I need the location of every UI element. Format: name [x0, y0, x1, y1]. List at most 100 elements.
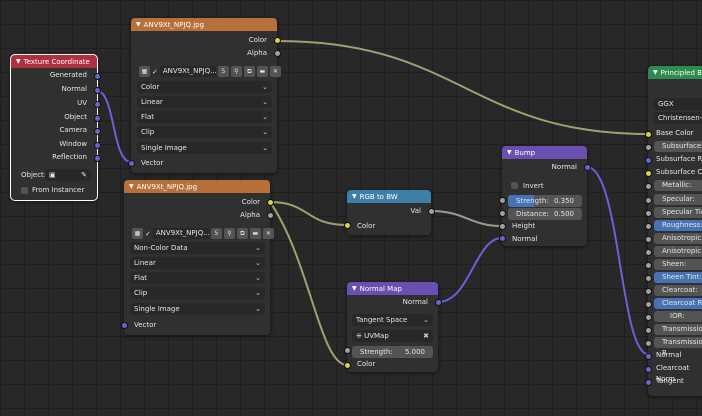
- image-browse-icon[interactable]: ▦: [139, 66, 150, 77]
- socket-window[interactable]: [94, 142, 101, 149]
- socket-roughness[interactable]: [645, 223, 652, 230]
- invert-checkbox[interactable]: [511, 182, 518, 189]
- input-transmission-roughness[interactable]: Transmission R: [654, 337, 702, 357]
- socket-clearcoat-roughness[interactable]: [645, 301, 652, 308]
- normal-strength-field[interactable]: Strength: 5.000: [352, 346, 433, 358]
- input-transmission[interactable]: Transmission:: [654, 324, 702, 335]
- input-clearcoat-roughness[interactable]: Clearcoat Rou: [654, 298, 702, 309]
- socket-image2-vector[interactable]: [121, 322, 128, 329]
- socket-clearcoat-normal[interactable]: [645, 366, 652, 373]
- input-anisotropic[interactable]: Anisotropic:: [654, 233, 702, 244]
- distribution-dropdown[interactable]: GGX: [654, 98, 702, 110]
- socket-bump-normal-out[interactable]: [584, 164, 591, 171]
- texture-coordinate-node[interactable]: ▼ Texture Coordinate Generated Normal UV …: [10, 54, 98, 201]
- socket-subsurface[interactable]: [645, 144, 652, 151]
- clear-icon[interactable]: ✖: [423, 330, 429, 342]
- socket-bump-height[interactable]: [499, 223, 506, 230]
- socket-ior[interactable]: [645, 314, 652, 321]
- image-texture-node-1[interactable]: ▼ ANV9Xt_NPJQ.jpg Color Alpha ▦ ✓ ANV9Xt_…: [131, 18, 281, 173]
- duplicate-icon[interactable]: ⧉: [236, 228, 248, 239]
- image-selector-row[interactable]: ▦ ✓ ANV9Xt_NPJQ... 5 ⚲ ⧉ ▬ ✕: [139, 65, 281, 78]
- color-space-dropdown[interactable]: Non-Color Data ⌄: [130, 242, 265, 254]
- socket-sheen-tint[interactable]: [645, 275, 652, 282]
- bump-header[interactable]: ▼ Bump: [502, 146, 587, 159]
- socket-camera[interactable]: [94, 128, 101, 135]
- source-dropdown[interactable]: Single Image ⌄: [137, 142, 272, 154]
- interpolation-dropdown[interactable]: Linear ⌄: [130, 257, 265, 269]
- open-folder-icon[interactable]: ▬: [249, 228, 261, 239]
- socket-image1-color[interactable]: [274, 37, 281, 44]
- input-subsurface[interactable]: Subsurface:: [654, 141, 702, 152]
- collapse-arrow-icon[interactable]: ▼: [507, 149, 512, 156]
- socket-specular-tint[interactable]: [645, 210, 652, 217]
- socket-subsurface-color[interactable]: [645, 170, 652, 177]
- principled-bsdf-node[interactable]: ▼Principled BSD GGX Christensen-Bu Base …: [648, 66, 702, 396]
- socket-image2-alpha[interactable]: [267, 212, 274, 219]
- normal-map-header[interactable]: ▼ Normal Map: [347, 282, 438, 295]
- image-texture-node-2[interactable]: ▼ ANV9Xt_NPJQ.jpg Color Alpha ▦ ✓ ANV9Xt_…: [124, 180, 274, 335]
- socket-subsurface-radius[interactable]: [645, 157, 652, 164]
- socket-normalmap-color[interactable]: [344, 362, 351, 369]
- input-specular-tint[interactable]: Specular Tint:: [654, 207, 702, 218]
- source-dropdown[interactable]: Single Image ⌄: [130, 303, 265, 315]
- color-space-dropdown[interactable]: Color ⌄: [137, 81, 272, 93]
- input-specular[interactable]: Specular:: [654, 194, 702, 205]
- open-folder-icon[interactable]: ▬: [256, 66, 268, 77]
- socket-image2-color[interactable]: [267, 199, 274, 206]
- socket-bump-normal-in[interactable]: [499, 235, 506, 242]
- input-ior[interactable]: IOR:: [654, 311, 702, 322]
- bump-strength-field[interactable]: Strength: 0.350: [508, 195, 582, 207]
- socket-anisotropic[interactable]: [645, 236, 652, 243]
- socket-specular[interactable]: [645, 197, 652, 204]
- extension-dropdown[interactable]: Clip ⌄: [130, 287, 265, 299]
- subsurface-method-dropdown[interactable]: Christensen-Bu: [654, 112, 702, 124]
- collapse-arrow-icon[interactable]: ▼: [129, 183, 134, 190]
- unlink-icon[interactable]: ✕: [269, 66, 281, 77]
- socket-tangent[interactable]: [645, 379, 652, 386]
- eyedropper-icon[interactable]: ✎: [81, 169, 87, 181]
- socket-image1-vector[interactable]: [128, 160, 135, 167]
- collapse-arrow-icon[interactable]: ▼: [136, 21, 141, 28]
- socket-bump-strength[interactable]: [499, 197, 506, 204]
- bump-node[interactable]: ▼ Bump Normal Invert Strength: 0.350 Dista…: [502, 146, 587, 246]
- projection-dropdown[interactable]: Flat ⌄: [130, 272, 265, 284]
- image-texture-1-header[interactable]: ▼ ANV9Xt_NPJQ.jpg: [131, 18, 277, 31]
- extension-dropdown[interactable]: Clip ⌄: [137, 126, 272, 138]
- principled-bsdf-header[interactable]: ▼Principled BSD: [648, 66, 702, 79]
- bump-distance-field[interactable]: Distance: 0.500: [508, 208, 582, 220]
- collapse-arrow-icon[interactable]: ▼: [653, 69, 658, 76]
- rgb-to-bw-node[interactable]: ▼ RGB to BW Val Color: [347, 190, 431, 235]
- socket-uv[interactable]: [94, 101, 101, 108]
- texture-coordinate-header[interactable]: ▼ Texture Coordinate: [11, 55, 97, 68]
- interpolation-dropdown[interactable]: Linear ⌄: [137, 96, 272, 108]
- socket-clearcoat[interactable]: [645, 288, 652, 295]
- duplicate-icon[interactable]: ⧉: [243, 66, 255, 77]
- object-field[interactable]: ▣ ✎: [45, 169, 91, 181]
- socket-transmission[interactable]: [645, 327, 652, 334]
- uv-map-field[interactable]: ⁜ UVMap ✖: [352, 330, 433, 342]
- input-sheen-tint[interactable]: Sheen Tint:: [654, 272, 702, 283]
- socket-normal[interactable]: [645, 353, 652, 360]
- unlink-icon[interactable]: ✕: [262, 228, 274, 239]
- socket-object[interactable]: [94, 115, 101, 122]
- input-metallic[interactable]: Metallic:: [654, 180, 702, 191]
- socket-normalmap-normal[interactable]: [435, 299, 442, 306]
- image-browse-icon[interactable]: ▦: [132, 228, 143, 239]
- image-texture-2-header[interactable]: ▼ ANV9Xt_NPJQ.jpg: [124, 180, 270, 193]
- collapse-arrow-icon[interactable]: ▼: [352, 193, 357, 200]
- socket-rgbbw-color[interactable]: [344, 222, 351, 229]
- input-sheen[interactable]: Sheen:: [654, 259, 702, 270]
- fake-user-icon[interactable]: ⚲: [223, 228, 235, 239]
- input-anisotropic-rotation[interactable]: Anisotropic Ro: [654, 246, 702, 257]
- socket-transmission-roughness[interactable]: [645, 340, 652, 347]
- projection-dropdown[interactable]: Flat ⌄: [137, 111, 272, 123]
- socket-generated[interactable]: [94, 73, 101, 80]
- socket-bump-distance[interactable]: [499, 210, 506, 217]
- image-selector-row[interactable]: ▦ ✓ ANV9Xt_NPJQ... 5 ⚲ ⧉ ▬ ✕: [132, 227, 274, 240]
- collapse-arrow-icon[interactable]: ▼: [352, 285, 357, 292]
- socket-sheen[interactable]: [645, 262, 652, 269]
- rgb-to-bw-header[interactable]: ▼ RGB to BW: [347, 190, 431, 203]
- space-dropdown[interactable]: Tangent Space ⌄: [352, 314, 433, 326]
- socket-image1-alpha[interactable]: [274, 50, 281, 57]
- image-name-field[interactable]: ANV9Xt_NPJQ...: [159, 66, 216, 77]
